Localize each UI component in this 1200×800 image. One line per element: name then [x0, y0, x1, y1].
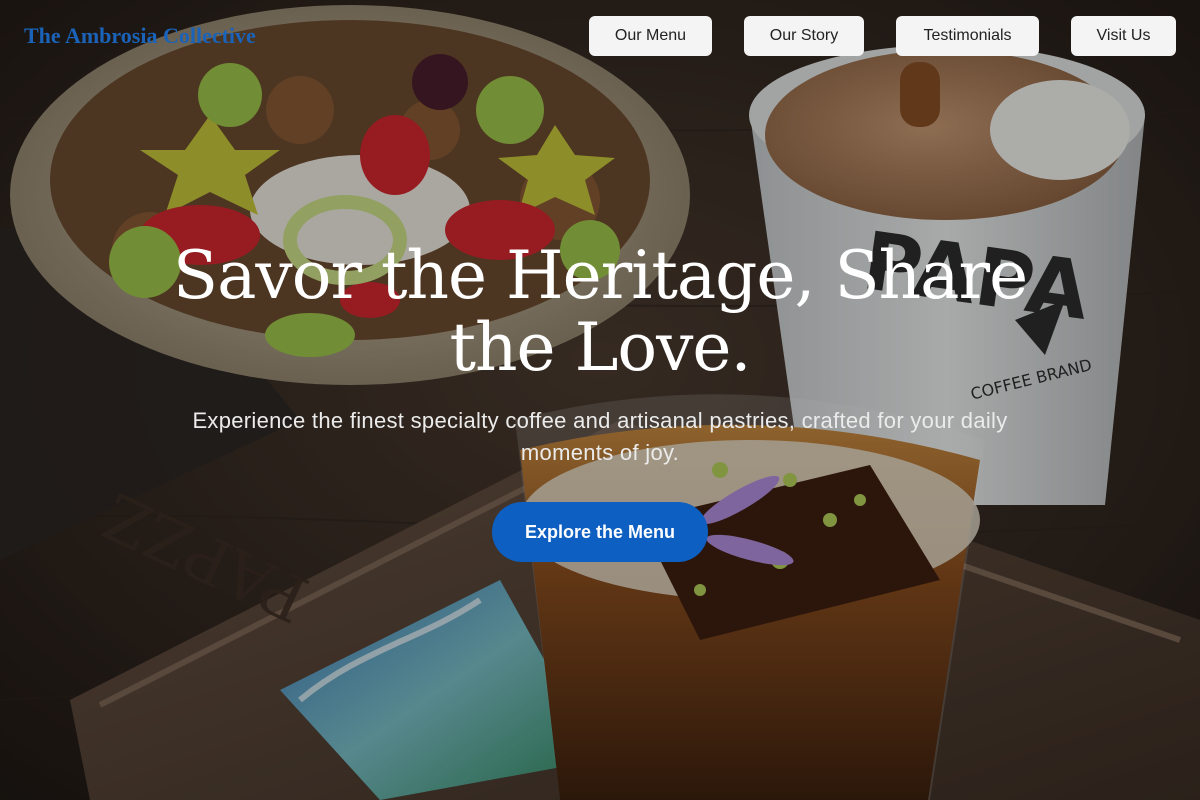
hero-dark-overlay [0, 0, 1200, 800]
hero-subtitle: Experience the finest specialty coffee a… [192, 408, 1008, 465]
nav-testimonials-button[interactable]: Testimonials [896, 16, 1039, 56]
top-navigation: Our Menu Our Story Testimonials Visit Us [0, 16, 1200, 56]
explore-menu-button[interactable]: Explore the Menu [492, 502, 708, 562]
hero-section: PAPZZ PAPA COFFEE BRAND The Ambrosia Col… [0, 0, 1200, 800]
hero-headline: Savor the Heritage, Share the Love. [172, 237, 1028, 386]
nav-our-menu-button[interactable]: Our Menu [589, 16, 712, 56]
nav-our-story-button[interactable]: Our Story [744, 16, 864, 56]
nav-visit-us-button[interactable]: Visit Us [1071, 16, 1176, 56]
